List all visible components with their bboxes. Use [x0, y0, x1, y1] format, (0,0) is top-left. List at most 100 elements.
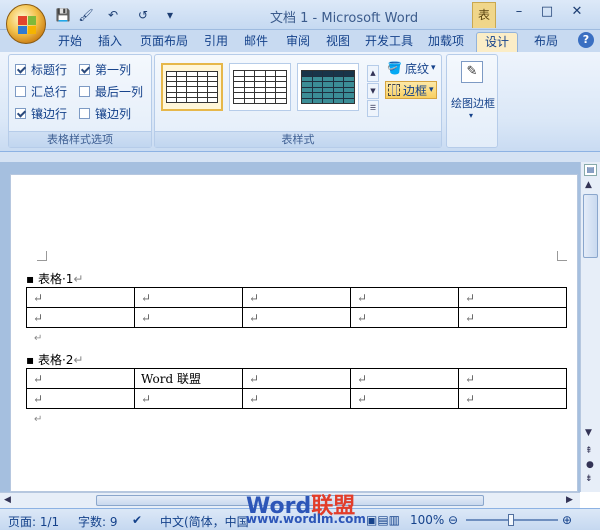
table-cell[interactable]: ↵ — [458, 287, 567, 308]
word-table-2[interactable]: ↵ Word 联盟 ↵ ↵ ↵ ↵ ↵ ↵ ↵ ↵ — [26, 368, 567, 409]
word-count[interactable]: 字数: 9 — [78, 513, 118, 530]
draw-borders-label: 绘图边框 — [451, 97, 495, 110]
table-cell[interactable]: ↵ — [134, 307, 243, 328]
table-cell-word-lianmeng[interactable]: Word 联盟 — [134, 368, 243, 389]
table-cell[interactable]: ↵ — [242, 388, 351, 409]
zoom-slider-thumb[interactable] — [508, 514, 514, 526]
gallery-up-icon[interactable]: ▲ — [367, 65, 379, 82]
checkbox-label: 第一列 — [95, 62, 132, 77]
borders-label: 边框 — [403, 83, 428, 98]
title-bar: 💾 🖌 ↶ ↺ ▾ 文档 1 - Microsoft Word 表 – □ ✕ — [0, 0, 600, 30]
scroll-right-icon[interactable]: ▶ — [566, 495, 573, 505]
table-cell[interactable]: ↵ — [134, 388, 243, 409]
table-cell[interactable]: ↵ — [134, 287, 243, 308]
office-button[interactable] — [6, 4, 46, 44]
total-row-checkbox[interactable]: 汇总行 — [15, 83, 67, 99]
table-cell[interactable]: ↵ — [350, 307, 459, 328]
checkbox-box — [79, 107, 90, 119]
table-cell[interactable]: ↵ — [458, 368, 567, 389]
table-cell[interactable]: ↵ — [458, 388, 567, 409]
table-cell[interactable]: ↵ — [26, 368, 135, 389]
gallery-down-icon[interactable]: ▼ — [367, 82, 379, 100]
caption-text: 表格·2 — [37, 353, 74, 367]
scroll-thumb[interactable] — [583, 194, 598, 258]
chevron-down-icon: ▾ — [430, 63, 436, 73]
first-column-checkbox[interactable]: 第一列 — [79, 61, 131, 77]
word-table-1[interactable]: ↵ ↵ ↵ ↵ ↵ ↵ ↵ ↵ ↵ ↵ — [26, 287, 567, 328]
checkbox-box — [15, 63, 26, 75]
view-buttons[interactable]: ▣▤▥ — [366, 513, 400, 527]
tab-insert[interactable]: 插入 — [92, 32, 128, 52]
checkbox-label: 标题行 — [31, 62, 68, 77]
undo-icon[interactable]: ↶ — [100, 6, 126, 24]
table-cell[interactable]: ↵ — [26, 388, 135, 409]
select-browse-object-icon[interactable]: ● — [586, 460, 594, 470]
table-cell[interactable]: ↵ — [458, 307, 567, 328]
tab-mailings[interactable]: 邮件 — [238, 32, 274, 52]
tab-page-layout[interactable]: 页面布局 — [134, 32, 194, 52]
office-logo-icon — [18, 16, 36, 34]
gallery-more-icon[interactable]: ☰ — [367, 100, 379, 118]
next-page-icon[interactable]: ⇟ — [585, 474, 593, 484]
table-caption-2: ▪ 表格·2↵ — [26, 353, 84, 367]
header-row-checkbox[interactable]: 标题行 — [15, 61, 67, 77]
table-cell[interactable]: ↵ — [350, 287, 459, 308]
tab-home[interactable]: 开始 — [52, 32, 88, 52]
language-indicator[interactable]: 中文(简体，中国 — [160, 513, 249, 530]
table-cell[interactable]: ↵ — [350, 368, 459, 389]
document-page[interactable] — [10, 174, 578, 492]
close-button[interactable]: ✕ — [564, 4, 590, 22]
table-cell[interactable]: ↵ — [242, 307, 351, 328]
table-style-preview-icon — [301, 70, 355, 104]
ruler-toggle-icon[interactable]: ▤ — [584, 164, 597, 176]
vertical-scrollbar[interactable]: ▤ ▲ ▼ ⇞ ● ⇟ — [580, 162, 600, 492]
borders-button[interactable]: 边框 ▾ — [385, 81, 437, 99]
shading-label: 底纹 — [404, 61, 429, 76]
table-cell[interactable]: ↵ — [26, 287, 135, 308]
margin-corner-mark — [557, 251, 567, 261]
draw-borders-group[interactable]: ✎ 绘图边框 ▾ — [446, 54, 498, 148]
table-caption-1: ▪ 表格·1↵ — [26, 272, 84, 286]
save-icon[interactable]: 💾 — [54, 6, 72, 24]
redo-icon[interactable]: ↺ — [130, 6, 156, 24]
help-icon[interactable]: ? — [578, 32, 594, 48]
banded-rows-checkbox[interactable]: 镶边行 — [15, 105, 67, 121]
table-cell[interactable]: ↵ — [242, 287, 351, 308]
minimize-button[interactable]: – — [506, 4, 532, 22]
zoom-in-icon[interactable]: ⊕ — [562, 513, 572, 527]
table-style-plain-grid[interactable] — [161, 63, 223, 111]
scroll-down-icon[interactable]: ▼ — [585, 428, 592, 438]
previous-page-icon[interactable]: ⇞ — [585, 446, 593, 456]
quick-access-dropdown-icon[interactable]: ▾ — [158, 6, 182, 24]
table-cell[interactable]: ↵ — [350, 388, 459, 409]
table-row: ↵ ↵ ↵ ↵ ↵ — [26, 287, 567, 308]
shading-button[interactable]: 🪣 底纹 ▾ — [385, 59, 438, 77]
checkbox-box — [15, 107, 26, 119]
tab-layout[interactable]: 布局 — [526, 32, 566, 52]
table-cell[interactable]: ↵ — [26, 307, 135, 328]
tab-developer[interactable]: 开发工具 — [360, 32, 418, 52]
zoom-out-icon[interactable]: ⊖ — [448, 513, 458, 527]
window-title: 文档 1 - Microsoft Word — [270, 11, 419, 26]
page-count[interactable]: 页面: 1/1 — [8, 513, 59, 530]
checkbox-label: 镶边行 — [31, 106, 68, 121]
tab-addins[interactable]: 加载项 — [422, 32, 470, 52]
tab-view[interactable]: 视图 — [320, 32, 356, 52]
maximize-button[interactable]: □ — [534, 4, 560, 22]
format-painter-icon[interactable]: 🖌 — [76, 6, 96, 24]
tab-design[interactable]: 设计 — [476, 32, 518, 52]
scroll-left-icon[interactable]: ◀ — [4, 495, 11, 505]
banded-columns-checkbox[interactable]: 镶边列 — [79, 105, 131, 121]
table-style-grid-2[interactable] — [229, 63, 291, 111]
proofing-icon[interactable]: ✔ — [132, 513, 142, 527]
paragraph-mark: ↵ — [34, 333, 43, 344]
scroll-up-icon[interactable]: ▲ — [585, 180, 592, 190]
gallery-scroll: ▲ ▼ ☰ — [367, 65, 379, 118]
table-style-colorful[interactable] — [297, 63, 359, 111]
table-style-options-group: 标题行 第一列 汇总行 最后一列 镶边行 镶边列 表格样式选项 — [8, 54, 152, 148]
last-column-checkbox[interactable]: 最后一列 — [79, 83, 143, 99]
zoom-level[interactable]: 100% — [410, 513, 444, 527]
tab-review[interactable]: 审阅 — [280, 32, 316, 52]
tab-references[interactable]: 引用 — [198, 32, 234, 52]
table-cell[interactable]: ↵ — [242, 368, 351, 389]
